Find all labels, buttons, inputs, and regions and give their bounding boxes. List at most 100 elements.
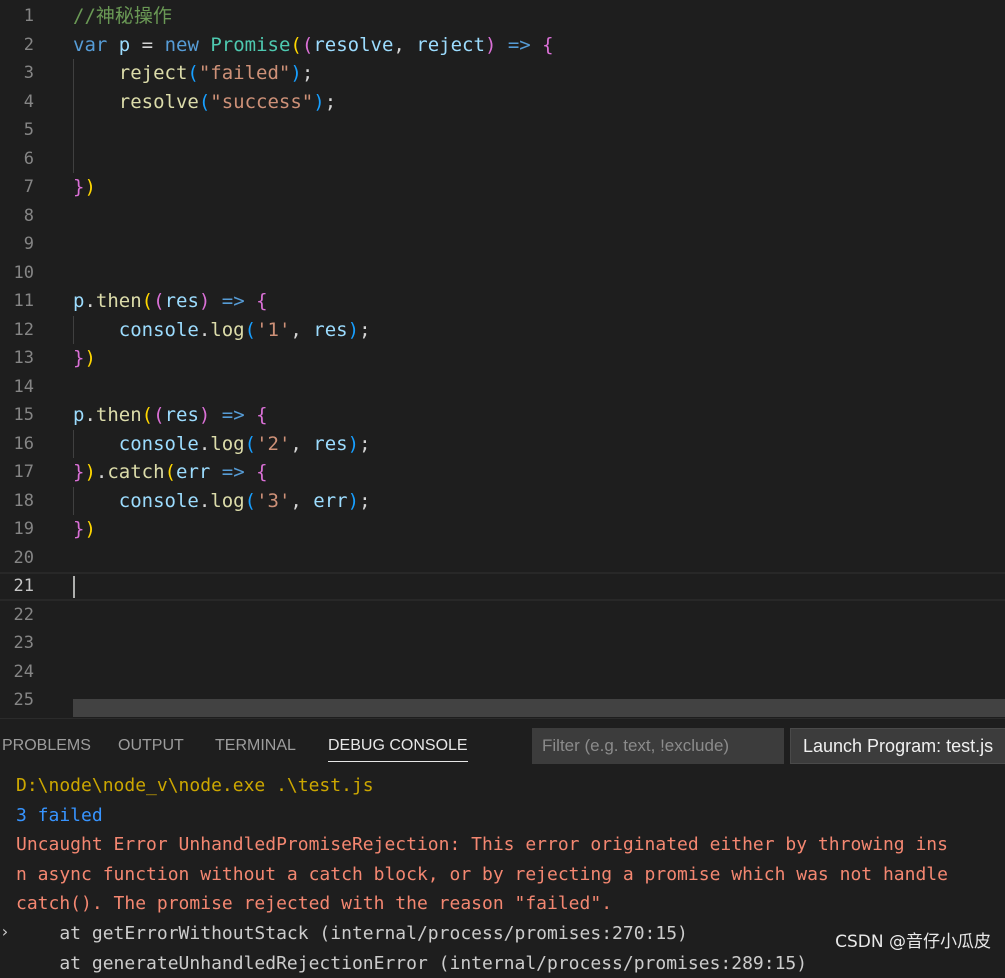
code-text: var p = new Promise((resolve, reject) =>…	[73, 31, 554, 60]
line-number: 14	[13, 376, 34, 397]
code-line[interactable]: 15 p.then((res) => {	[0, 401, 1005, 430]
code-token: ,	[290, 489, 314, 512]
code-token: ;	[359, 432, 371, 455]
code-line[interactable]: 4 resolve("success");	[0, 88, 1005, 117]
code-token: log	[210, 489, 245, 512]
code-line[interactable]: 19})	[0, 515, 1005, 544]
tab-problems[interactable]: PROBLEMS	[2, 737, 91, 755]
code-line[interactable]: 5	[0, 116, 1005, 145]
code-token: (	[244, 318, 257, 341]
code-token: (	[198, 90, 211, 113]
code-line[interactable]: 18 console.log('3', err);	[0, 487, 1005, 516]
console-line: at getErrorWithoutStack (internal/proces…	[16, 923, 688, 944]
horizontal-scrollbar[interactable]	[73, 699, 1005, 717]
filter-input[interactable]: Filter (e.g. text, !exclude)	[532, 728, 784, 764]
code-text: })	[73, 173, 96, 202]
console-line: at generateUnhandledRejectionError (inte…	[16, 952, 808, 974]
code-token: ,	[290, 318, 314, 341]
code-token: res	[313, 432, 348, 455]
line-number: 16	[13, 433, 34, 454]
code-token: {	[256, 404, 268, 426]
code-token: )	[84, 176, 96, 198]
line-number: 15	[13, 405, 34, 425]
code-line[interactable]: 9	[0, 230, 1005, 259]
code-token: res	[164, 404, 199, 426]
code-token: console	[118, 489, 199, 512]
code-token: resolve	[118, 90, 199, 113]
code-token: )	[84, 518, 96, 540]
code-line[interactable]: 13})	[0, 344, 1005, 373]
code-token: console	[118, 318, 199, 341]
code-text: })	[73, 515, 96, 544]
line-number: 5	[23, 120, 34, 140]
code-text: console.log('1', res);	[73, 316, 371, 345]
code-line[interactable]: 8	[0, 202, 1005, 231]
code-token: .	[84, 290, 96, 312]
code-token: //神秘操作	[73, 5, 172, 27]
code-line[interactable]: 2 var p = new Promise((resolve, reject) =…	[0, 31, 1005, 60]
tab-terminal[interactable]: TERMINAL	[215, 737, 296, 755]
code-token: }	[73, 347, 85, 369]
code-token: )	[290, 62, 302, 84]
code-token: =	[130, 33, 165, 56]
code-line[interactable]: 11 p.then((res) => {	[0, 287, 1005, 316]
code-token: reject	[416, 33, 485, 56]
code-text: }).catch(err => {	[73, 458, 268, 487]
console-line: n async function without a catch block, …	[16, 863, 948, 885]
code-editor[interactable]: 1//神秘操作 2 var p = new Promise((resolve, re…	[0, 0, 1005, 718]
code-token: log	[210, 432, 245, 455]
code-token: new	[164, 33, 199, 56]
code-token: reject	[118, 62, 188, 84]
code-line[interactable]: 3 reject("failed");	[0, 59, 1005, 88]
code-token: )	[347, 318, 360, 341]
line-number: 12	[13, 319, 34, 340]
code-line[interactable]: 14	[0, 373, 1005, 402]
code-text: //神秘操作	[73, 2, 172, 31]
tab-debug-console[interactable]: DEBUG CONSOLE	[328, 737, 468, 762]
code-token: '3'	[256, 489, 291, 512]
code-text: p.then((res) => {	[73, 287, 268, 316]
code-line[interactable]: 7})	[0, 173, 1005, 202]
code-token: p	[73, 404, 85, 426]
code-line[interactable]: 22	[0, 601, 1005, 630]
code-token: (	[244, 489, 257, 512]
console-line: Uncaught Error UnhandledPromiseRejection…	[16, 834, 948, 856]
launch-config-select[interactable]: Launch Program: test.js	[790, 728, 1005, 764]
code-text: console.log('3', err);	[73, 487, 371, 516]
code-line[interactable]: 23	[0, 629, 1005, 658]
code-line[interactable]: 17}).catch(err => {	[0, 458, 1005, 487]
code-token: (	[290, 33, 302, 56]
code-line[interactable]: 6	[0, 145, 1005, 174]
code-line[interactable]: 24	[0, 658, 1005, 687]
code-line[interactable]: 10	[0, 259, 1005, 288]
code-text: })	[73, 344, 96, 373]
line-number: 4	[23, 91, 34, 112]
code-token: {	[256, 461, 268, 483]
code-token: .	[198, 432, 211, 455]
code-line[interactable]: 12 console.log('1', res);	[0, 316, 1005, 345]
code-token: (	[164, 461, 177, 483]
code-token: then	[95, 290, 142, 312]
tab-output[interactable]: OUTPUT	[118, 737, 184, 755]
chevron-right-icon[interactable]: ›	[0, 922, 10, 941]
code-token: (	[141, 290, 154, 312]
code-token: .	[198, 318, 211, 341]
code-line[interactable]: 21	[0, 572, 1005, 601]
indent-guide	[73, 315, 74, 344]
code-line[interactable]: 20	[0, 544, 1005, 573]
text-cursor	[73, 576, 75, 598]
line-number: 3	[23, 63, 34, 83]
line-number: 9	[23, 234, 34, 254]
line-number: 18	[13, 490, 34, 511]
line-number: 7	[23, 177, 34, 197]
code-line[interactable]: 16 console.log('2', res);	[0, 430, 1005, 459]
code-token: )	[84, 347, 96, 369]
bottom-panel: PROBLEMS OUTPUT TERMINAL DEBUG CONSOLE F…	[0, 718, 1005, 974]
code-token: "failed"	[198, 62, 291, 84]
code-line[interactable]: 1 //神秘操作	[0, 2, 1005, 31]
